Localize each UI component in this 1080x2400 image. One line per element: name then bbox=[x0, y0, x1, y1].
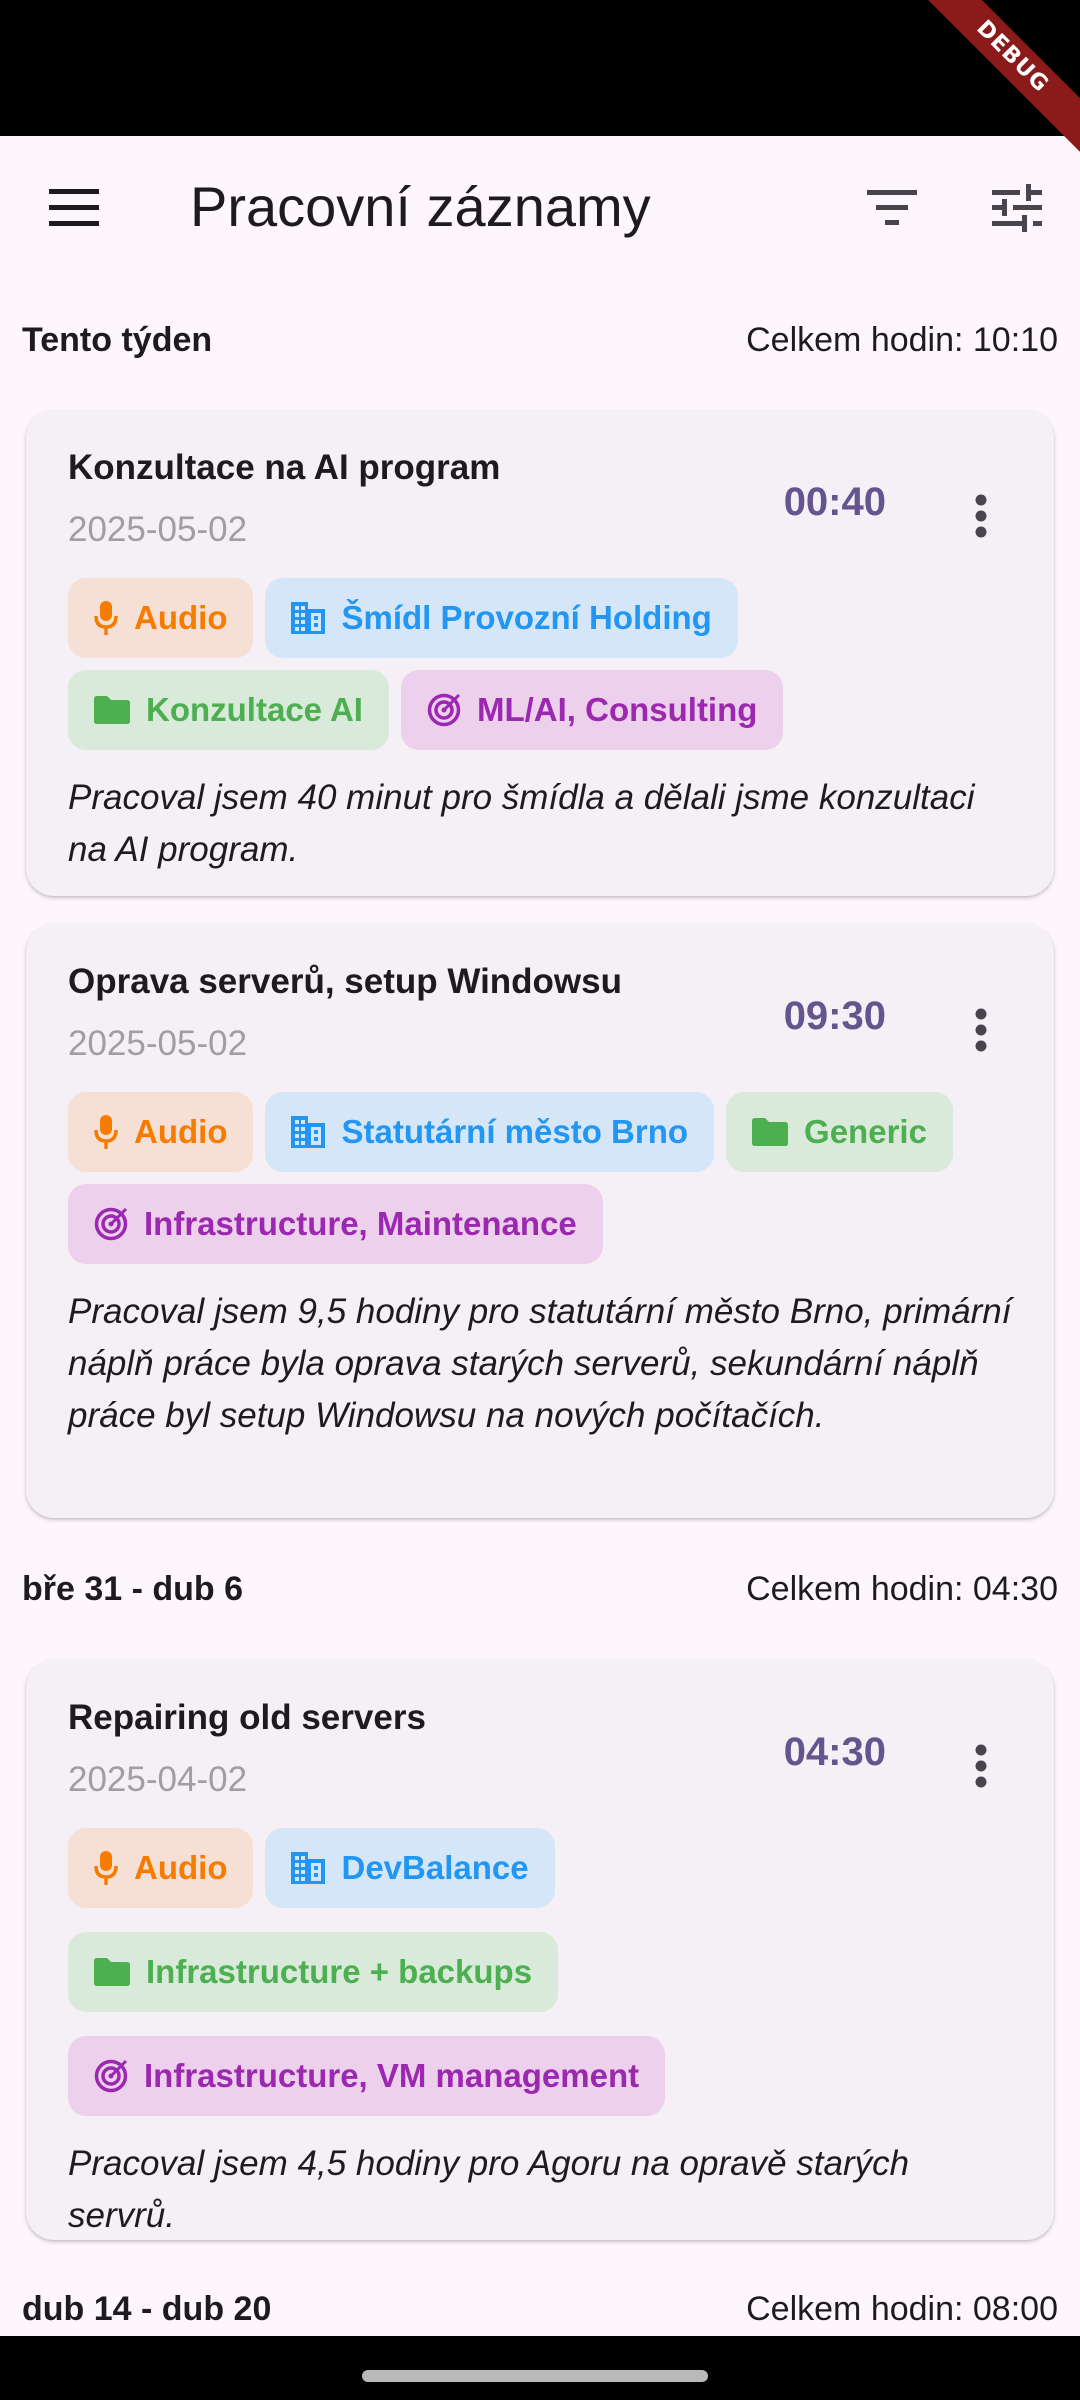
more-button[interactable] bbox=[966, 990, 996, 1070]
chip-label: Konzultace AI bbox=[146, 691, 363, 728]
tags-chip[interactable]: ML/AI, Consulting bbox=[400, 670, 784, 750]
chip-label: Infrastructure, Maintenance bbox=[144, 1205, 577, 1242]
week-total: Celkem hodin: 10:10 bbox=[746, 320, 1058, 359]
chip-label: Šmídl Provozní Holding bbox=[341, 599, 712, 636]
week-range: bře 31 - dub 6 bbox=[22, 1569, 244, 1608]
chip-label: ML/AI, Consulting bbox=[476, 691, 758, 728]
chip-group: Audio Šmídl Provozní Holding Konzultace … bbox=[68, 578, 998, 750]
tune-icon bbox=[992, 184, 1042, 232]
building-icon bbox=[291, 1852, 326, 1884]
source-chip[interactable]: Audio bbox=[68, 1828, 254, 1908]
page-title: Pracovní záznamy bbox=[190, 175, 651, 238]
week-total: Celkem hodin: 04:30 bbox=[746, 1569, 1058, 1608]
status-bar bbox=[0, 0, 1080, 136]
week-range: dub 14 - dub 20 bbox=[22, 2289, 272, 2328]
chip-label: Audio bbox=[134, 1849, 228, 1886]
folder-icon bbox=[94, 1958, 130, 1986]
project-chip[interactable]: Generic bbox=[726, 1092, 953, 1172]
chip-label: Audio bbox=[134, 1113, 228, 1150]
more-vert-icon bbox=[975, 1008, 987, 1052]
week-header: dub 14 - dub 20 Celkem hodin: 08:00 bbox=[22, 2279, 1058, 2339]
entry-description: Pracoval jsem 4,5 hodiny pro Agoru na op… bbox=[68, 2144, 910, 2235]
chip-label: Infrastructure, VM management bbox=[144, 2057, 640, 2094]
entry-card[interactable]: Oprava serverů, setup Windowsu 2025-05-0… bbox=[26, 924, 1054, 1518]
project-chip[interactable]: Infrastructure + backups bbox=[68, 1932, 559, 2012]
more-vert-icon bbox=[975, 1744, 987, 1788]
filter-icon bbox=[867, 190, 917, 225]
week-header: Tento týden Celkem hodin: 10:10 bbox=[22, 310, 1058, 370]
chip-label: DevBalance bbox=[341, 1849, 529, 1886]
mic-icon bbox=[94, 601, 118, 635]
entry-duration: 00:40 bbox=[783, 480, 886, 524]
chip-label: Generic bbox=[804, 1113, 927, 1150]
week-header: bře 31 - dub 6 Celkem hodin: 04:30 bbox=[22, 1559, 1058, 1619]
chip-label: Audio bbox=[134, 599, 228, 636]
folder-icon bbox=[94, 696, 130, 724]
menu-button[interactable] bbox=[26, 160, 122, 256]
entry-description: Pracoval jsem 9,5 hodiny pro statutární … bbox=[68, 1292, 1012, 1435]
tags-chip[interactable]: Infrastructure, VM management bbox=[68, 2036, 666, 2116]
navigation-bar bbox=[0, 2336, 1080, 2400]
filter-button[interactable] bbox=[844, 160, 940, 256]
client-chip[interactable]: Statutární město Brno bbox=[265, 1092, 715, 1172]
source-chip[interactable]: Audio bbox=[68, 578, 254, 658]
tags-chip[interactable]: Infrastructure, Maintenance bbox=[68, 1184, 603, 1264]
entry-duration: 04:30 bbox=[783, 1730, 886, 1774]
more-vert-icon bbox=[975, 494, 987, 538]
target-icon bbox=[94, 1207, 128, 1241]
mic-icon bbox=[94, 1851, 118, 1885]
entry-card[interactable]: Konzultace na AI program 2025-05-02 00:4… bbox=[26, 410, 1054, 896]
target-icon bbox=[427, 693, 461, 727]
client-chip[interactable]: DevBalance bbox=[265, 1828, 555, 1908]
more-button[interactable] bbox=[966, 1726, 996, 1806]
entry-card[interactable]: Repairing old servers 2025-04-02 04:30 A… bbox=[26, 1660, 1054, 2240]
source-chip[interactable]: Audio bbox=[68, 1092, 254, 1172]
mic-icon bbox=[94, 1115, 118, 1149]
project-chip[interactable]: Konzultace AI bbox=[68, 670, 389, 750]
more-button[interactable] bbox=[966, 476, 996, 556]
gesture-handle[interactable] bbox=[362, 2370, 708, 2382]
chip-group: Audio DevBalance Infrastructure + backup… bbox=[68, 1828, 998, 2116]
tune-button[interactable] bbox=[969, 160, 1065, 256]
folder-icon bbox=[752, 1118, 789, 1146]
client-chip[interactable]: Šmídl Provozní Holding bbox=[265, 578, 738, 658]
week-range: Tento týden bbox=[22, 320, 213, 359]
target-icon bbox=[94, 2059, 128, 2093]
chip-label: Infrastructure + backups bbox=[146, 1953, 533, 1990]
chip-group: Audio Statutární město Brno Generic Infr… bbox=[68, 1092, 998, 1264]
entry-duration: 09:30 bbox=[783, 994, 886, 1038]
week-total: Celkem hodin: 08:00 bbox=[746, 2289, 1058, 2328]
building-icon bbox=[291, 1116, 326, 1148]
entry-description: Pracoval jsem 40 minut pro šmídla a děla… bbox=[68, 778, 975, 869]
menu-icon bbox=[49, 189, 99, 226]
building-icon bbox=[291, 602, 326, 634]
app-bar: Pracovní záznamy bbox=[0, 136, 1080, 280]
chip-label: Statutární město Brno bbox=[341, 1113, 689, 1150]
